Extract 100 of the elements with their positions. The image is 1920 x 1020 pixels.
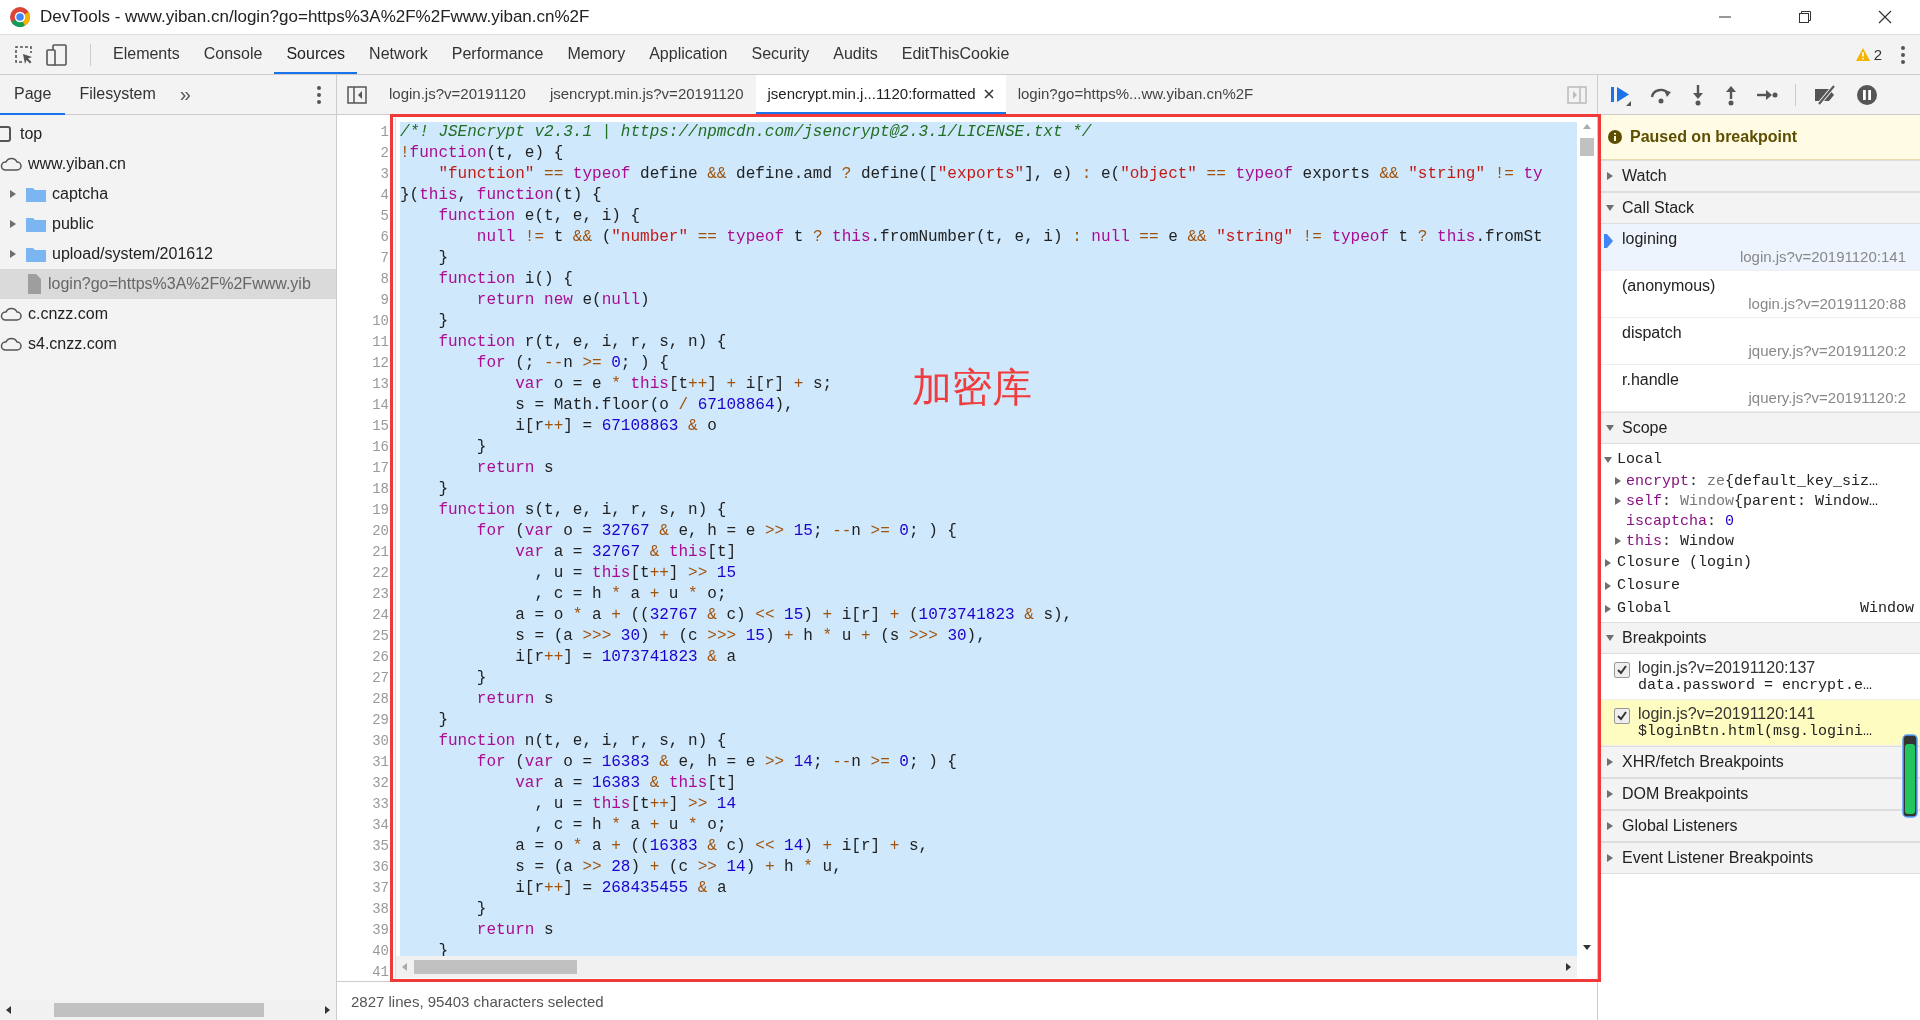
scope-property[interactable]: this: Window: [1626, 532, 1735, 550]
tree-item[interactable]: public: [0, 209, 336, 239]
close-icon: [1878, 10, 1892, 24]
line-number: 29: [371, 711, 389, 730]
panel-tab[interactable]: Performance: [439, 35, 556, 74]
panel-tab[interactable]: Memory: [555, 35, 638, 74]
line-number: 39: [371, 921, 389, 940]
scroll-thumb[interactable]: [1580, 138, 1594, 156]
section-header[interactable]: Event Listener Breakpoints: [1598, 842, 1920, 874]
panel-tab[interactable]: Console: [191, 35, 275, 74]
line-number: 23: [371, 585, 389, 604]
checkbox[interactable]: [1614, 708, 1630, 724]
frame-name: r.handle: [1622, 371, 1680, 389]
scroll-right-arrow-icon[interactable]: [322, 1005, 332, 1015]
scope-group[interactable]: Global Window: [1598, 597, 1920, 620]
sidebar-toggle-icon[interactable]: [347, 85, 367, 104]
expanded-arrow-icon: [1606, 424, 1614, 432]
line-number: 20: [371, 522, 389, 541]
tree-item[interactable]: www.yiban.cn: [0, 149, 336, 179]
line-number: 31: [371, 753, 389, 772]
tree-item[interactable]: upload/system/201612: [0, 239, 336, 269]
panel-tab[interactable]: Security: [739, 35, 822, 74]
step-into-icon[interactable]: [1690, 83, 1706, 106]
scope-group[interactable]: Local: [1598, 448, 1920, 471]
line-number: 4: [379, 186, 389, 205]
call-frame[interactable]: logining login.js?v=20191120:141: [1598, 224, 1920, 271]
more-options-icon[interactable]: [316, 84, 322, 105]
step-icon[interactable]: [1756, 87, 1778, 102]
scope-group[interactable]: Closure: [1598, 574, 1920, 597]
scroll-right-arrow-icon[interactable]: [1563, 962, 1573, 972]
section-header[interactable]: Call Stack: [1598, 192, 1920, 224]
section-header[interactable]: Watch: [1598, 160, 1920, 192]
scope-property[interactable]: iscaptcha: 0: [1626, 512, 1735, 530]
line-number: 41: [371, 963, 389, 982]
file-tab[interactable]: jsencrypt.min.j...1120:formatted: [755, 75, 1006, 114]
navigator-tab[interactable]: Page: [0, 74, 66, 115]
line-number: 40: [371, 942, 389, 961]
tree-item[interactable]: login?go=https%3A%2F%2Fwww.yib: [0, 269, 336, 299]
line-number: 13: [371, 375, 389, 394]
folder-icon: [26, 186, 46, 202]
section-header[interactable]: Global Listeners: [1598, 810, 1920, 842]
scroll-down-arrow-icon[interactable]: [1582, 942, 1592, 952]
checkbox[interactable]: [1614, 662, 1630, 678]
collapsed-arrow-icon: [1606, 758, 1614, 766]
section-header[interactable]: Breakpoints: [1598, 622, 1920, 654]
tree-item[interactable]: s4.cnzz.com: [0, 329, 336, 359]
call-frame[interactable]: dispatch jquery.js?v=20191120:2: [1598, 318, 1920, 365]
line-number: 21: [371, 543, 389, 562]
collapsed-arrow-icon: [1614, 477, 1622, 485]
line-number: 34: [371, 816, 389, 835]
panel-tab[interactable]: Elements: [101, 35, 192, 74]
scope-group[interactable]: Closure (login): [1598, 551, 1920, 574]
section-header[interactable]: Scope: [1598, 412, 1920, 444]
collapsed-arrow-icon: [1606, 790, 1614, 798]
warnings-button[interactable]: 2: [1855, 46, 1882, 63]
line-number: 24: [371, 606, 389, 625]
gauge-icon: [1902, 734, 1918, 818]
scope-property[interactable]: encrypt: ze{default_key_siz…: [1626, 472, 1879, 490]
tree-item[interactable]: c.cnzz.com: [0, 299, 336, 329]
panel-tab[interactable]: EditThisCookie: [889, 35, 1022, 74]
scope-property[interactable]: self: Window{parent: Window…: [1626, 492, 1879, 510]
line-number: 16: [371, 438, 389, 457]
file-tab[interactable]: login.js?v=20191120: [377, 75, 538, 114]
breakpoint-item[interactable]: login.js?v=20191120:141 $loginBtn.html(msg.logini…: [1598, 700, 1920, 746]
close-icon[interactable]: [983, 88, 994, 99]
panel-tab[interactable]: Audits: [821, 35, 890, 74]
sidebar-toggle-icon[interactable]: [1567, 85, 1587, 104]
scroll-left-arrow-icon[interactable]: [4, 1005, 14, 1015]
frame-name: (anonymous): [1622, 277, 1717, 295]
scroll-thumb[interactable]: [54, 1003, 264, 1017]
frame-name: logining: [1622, 230, 1679, 248]
tree-item[interactable]: captcha: [0, 179, 336, 209]
collapsed-arrow-icon: [1606, 854, 1614, 862]
tree-item[interactable]: top: [0, 119, 336, 149]
navigator-tab[interactable]: Filesystem: [65, 74, 170, 115]
horizontal-scrollbar[interactable]: [396, 956, 1577, 978]
section-header[interactable]: XHR/fetch Breakpoints: [1598, 746, 1920, 778]
section-header[interactable]: DOM Breakpoints: [1598, 778, 1920, 810]
more-options-icon[interactable]: [1900, 44, 1906, 65]
line-number: 26: [371, 648, 389, 667]
pause-on-exceptions-icon[interactable]: [1856, 83, 1878, 106]
panel-tab[interactable]: Application: [637, 35, 740, 74]
file-tab[interactable]: jsencrypt.min.js?v=20191120: [537, 75, 756, 114]
line-number: 22: [371, 564, 389, 583]
scroll-thumb[interactable]: [414, 960, 577, 974]
more-tabs-button[interactable]: »: [169, 83, 201, 106]
call-frame[interactable]: (anonymous) login.js?v=20191120:88: [1598, 271, 1920, 318]
panel-tab[interactable]: Network: [357, 35, 440, 74]
breakpoint-code: data.password = encrypt.e…: [1638, 677, 1873, 694]
window-title: DevTools - www.yiban.cn/login?go=https%3A%2F%2Fwww.yiban.cn%2F: [40, 7, 590, 27]
line-number: 28: [371, 690, 389, 709]
file-tab[interactable]: login?go=https%...ww.yiban.cn%2F: [1005, 75, 1266, 114]
line-number: 7: [379, 249, 389, 268]
inspect-icon[interactable]: [14, 44, 34, 65]
collapsed-arrow-icon: [1604, 604, 1612, 613]
collapsed-arrow-icon: [1606, 822, 1614, 830]
line-number: 8: [379, 270, 389, 289]
device-toolbar-icon[interactable]: [46, 43, 68, 66]
line-number: 1: [379, 123, 389, 142]
line-number: 5: [379, 207, 389, 226]
